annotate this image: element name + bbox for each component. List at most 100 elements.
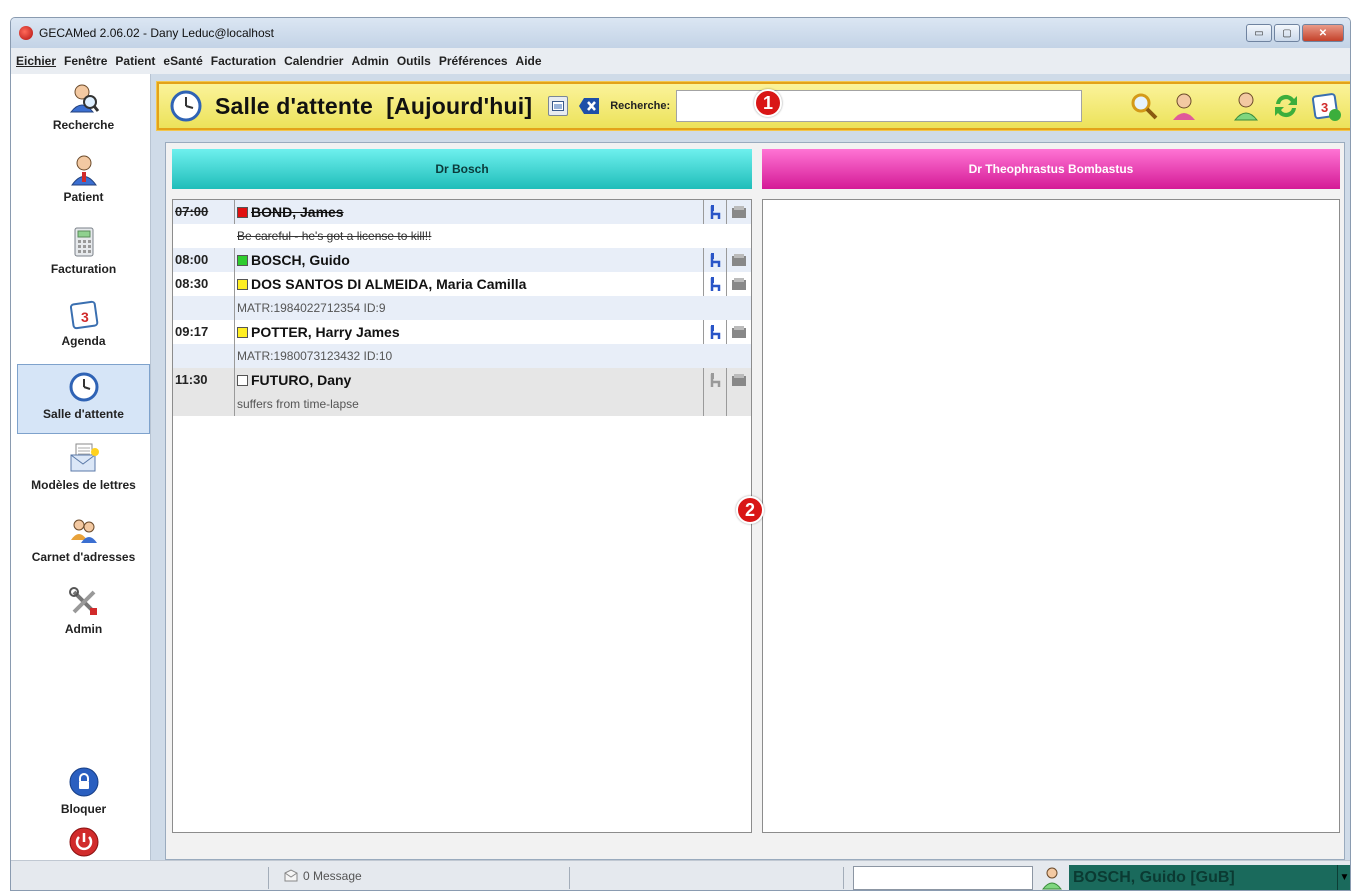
menu-esante[interactable]: eSanté — [163, 54, 202, 68]
appointment-patient: FUTURO, Dany — [237, 368, 701, 392]
sidebar-item-recherche[interactable]: Recherche — [17, 76, 150, 146]
folder-icon[interactable] — [726, 200, 750, 224]
menu-facturation[interactable]: Facturation — [211, 54, 276, 68]
svg-text:3: 3 — [81, 309, 89, 325]
sidebar-item-salle-attente[interactable]: Salle d'attente — [17, 364, 150, 434]
status-field — [853, 866, 1033, 890]
folder-icon[interactable] — [726, 248, 750, 272]
appointment-patient: POTTER, Harry James — [237, 320, 701, 344]
menu-outils[interactable]: Outils — [397, 54, 431, 68]
chair-icon[interactable] — [703, 272, 725, 296]
status-separator — [569, 867, 570, 889]
appointment-time-empty — [173, 392, 235, 416]
status-square-icon — [237, 254, 248, 266]
folder-icon[interactable] — [726, 368, 750, 392]
menu-patient[interactable]: Patient — [115, 54, 155, 68]
folder-icon[interactable] — [726, 272, 750, 296]
status-bar: 0 Message BOSCH, Guido [GuB] ▼ — [11, 860, 1350, 890]
sidebar-label-facturation: Facturation — [50, 262, 117, 276]
patient-icon — [70, 155, 97, 186]
doctor-column-header-left[interactable]: Dr Bosch — [172, 149, 752, 189]
page-title: Salle d'attente [Aujourd'hui] — [215, 92, 533, 119]
refresh-icon[interactable] — [1270, 90, 1302, 122]
sidebar-item-patient[interactable]: Patient — [17, 148, 150, 218]
appointment-row[interactable]: 08:00 BOSCH, Guido — [173, 248, 751, 272]
menu-fichier[interactable]: Eichier — [16, 54, 56, 68]
sidebar-label-modeles-lettres: Modèles de lettres — [31, 478, 136, 492]
toolbar-actions: 3 — [1128, 90, 1342, 122]
appointment-note: Be careful - he's got a license to kill!… — [237, 229, 432, 243]
appointment-time-empty — [173, 296, 235, 320]
minimize-button[interactable]: ▭ — [1246, 24, 1272, 42]
chair-icon[interactable] — [703, 200, 725, 224]
appointment-note: MATR:1984022712354 ID:9 — [237, 301, 386, 315]
calendar-add-icon[interactable]: 3 — [1310, 90, 1342, 122]
sidebar-label-salle-attente: Salle d'attente — [43, 407, 124, 421]
chevron-down-icon[interactable]: ▼ — [1337, 865, 1350, 890]
status-separator — [268, 867, 269, 889]
patient-search-icon[interactable] — [1168, 90, 1200, 122]
calculator-icon — [74, 227, 93, 257]
appointment-patient: DOS SANTOS DI ALMEIDA, Maria Camilla — [237, 272, 701, 296]
doctor-column-header-right[interactable]: Dr Theophrastus Bombastus — [762, 149, 1340, 189]
lock-button[interactable]: Bloquer — [17, 760, 150, 830]
status-square-icon — [237, 326, 248, 338]
sidebar-label-carnet-adresses: Carnet d'adresses — [31, 550, 136, 564]
appointment-note-row: suffers from time-lapse — [173, 392, 751, 416]
message-indicator[interactable]: 0 Message — [283, 869, 362, 883]
appointment-row[interactable]: 09:17 POTTER, Harry James — [173, 320, 751, 344]
appointment-row[interactable]: 07:00 BOND, James — [173, 200, 751, 224]
patient-name: FUTURO, Dany — [251, 372, 352, 388]
sidebar-item-modeles-lettres[interactable]: Modèles de lettres — [17, 436, 150, 506]
close-button[interactable]: ✕ — [1302, 24, 1344, 42]
appointment-note: suffers from time-lapse — [237, 397, 359, 411]
cell-spacer — [726, 392, 750, 416]
menu-preferences[interactable]: Préférences — [439, 54, 508, 68]
user-icon — [1041, 867, 1063, 890]
doctor-icon[interactable] — [1230, 90, 1262, 122]
status-square-icon — [237, 278, 248, 290]
menu-aide[interactable]: Aide — [516, 54, 542, 68]
menu-admin[interactable]: Admin — [351, 54, 388, 68]
chair-icon[interactable] — [703, 248, 725, 272]
tools-icon — [68, 587, 97, 615]
window-title: GECAMed 2.06.02 - Dany Leduc@localhost — [39, 26, 274, 40]
clear-search-icon[interactable] — [578, 97, 600, 115]
appointment-time: 11:30 — [173, 368, 235, 392]
folder-icon[interactable] — [726, 320, 750, 344]
appointment-row[interactable]: 11:30 FUTURO, Dany — [173, 368, 751, 392]
appointment-row[interactable]: 08:30 DOS SANTOS DI ALMEIDA, Maria Camil… — [173, 272, 751, 296]
sidebar-item-carnet-adresses[interactable]: Carnet d'adresses — [17, 508, 150, 578]
chair-icon[interactable] — [703, 368, 725, 392]
appointment-note: MATR:1980073123432 ID:10 — [237, 349, 393, 363]
cell-spacer — [703, 392, 725, 416]
menu-fenetre[interactable]: Fenêtre — [64, 54, 107, 68]
maximize-button[interactable]: ▢ — [1274, 24, 1300, 42]
chair-icon[interactable] — [703, 320, 725, 344]
sidebar-item-facturation[interactable]: Facturation — [17, 220, 150, 290]
title-bar: GECAMed 2.06.02 - Dany Leduc@localhost ▭… — [11, 18, 1350, 48]
appointment-time: 08:30 — [173, 272, 235, 296]
lock-label: Bloquer — [60, 802, 107, 816]
search-input[interactable] — [676, 90, 1083, 122]
app-logo-icon — [19, 26, 33, 40]
magnifier-icon[interactable] — [1128, 90, 1160, 122]
view-toggle-button[interactable] — [548, 96, 569, 116]
sidebar-item-agenda[interactable]: 3 Agenda — [17, 292, 150, 362]
window-controls: ▭ ▢ ✕ — [1246, 24, 1344, 42]
sidebar-label-agenda: Agenda — [61, 334, 106, 348]
clock-icon — [69, 372, 98, 402]
annotation-badge-2: 2 — [736, 496, 764, 524]
letter-icon — [70, 443, 99, 472]
menu-calendrier[interactable]: Calendrier — [284, 54, 343, 68]
app-window: GECAMed 2.06.02 - Dany Leduc@localhost ▭… — [10, 17, 1351, 891]
current-user-select[interactable]: BOSCH, Guido [GuB] — [1069, 865, 1339, 890]
power-button[interactable] — [17, 824, 150, 860]
sidebar-label-patient: Patient — [63, 190, 104, 204]
sidebar-item-admin[interactable]: Admin — [17, 580, 150, 650]
annotation-badge-1: 1 — [754, 89, 782, 117]
patient-name: BOSCH, Guido — [251, 252, 350, 268]
message-icon — [284, 869, 298, 882]
status-square-icon — [237, 206, 248, 218]
search-label: Recherche: — [610, 100, 671, 112]
